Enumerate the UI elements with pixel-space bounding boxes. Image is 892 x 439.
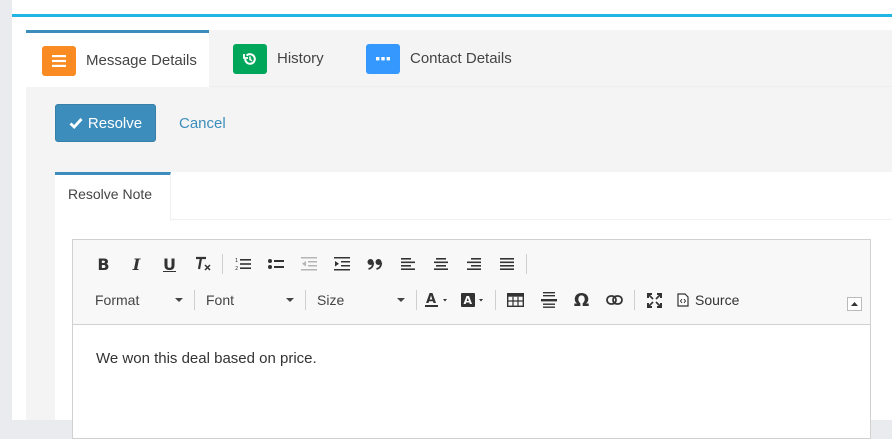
toolbar-separator bbox=[416, 290, 417, 310]
rich-text-editor: B I U 12 Format Font Size A A Ω Source W… bbox=[72, 239, 871, 439]
align-left-icon[interactable] bbox=[391, 251, 424, 277]
chevron-down-icon bbox=[175, 298, 183, 302]
align-center-icon[interactable] bbox=[424, 251, 457, 277]
bold-icon[interactable]: B bbox=[87, 251, 120, 277]
bulleted-list-icon[interactable] bbox=[259, 251, 292, 277]
toolbar-separator bbox=[305, 290, 306, 310]
tab-label: Contact Details bbox=[410, 50, 512, 67]
tab-resolve-note[interactable]: Resolve Note bbox=[55, 172, 171, 221]
toolbar-row: B I U 12 bbox=[87, 250, 530, 278]
font-dropdown[interactable]: Font bbox=[198, 288, 302, 312]
toolbar-separator bbox=[526, 254, 527, 274]
indent-icon[interactable] bbox=[325, 251, 358, 277]
horizontal-line-icon[interactable] bbox=[532, 287, 565, 313]
collapse-toolbar-button[interactable] bbox=[847, 297, 862, 311]
source-button[interactable]: Source bbox=[671, 287, 745, 313]
resolve-label: Resolve bbox=[87, 114, 143, 132]
link-icon[interactable] bbox=[598, 287, 631, 313]
note-tabbar: Resolve Note bbox=[55, 172, 892, 221]
table-icon[interactable] bbox=[499, 287, 532, 313]
tab-history[interactable]: History bbox=[233, 30, 353, 87]
size-dropdown[interactable]: Size bbox=[309, 288, 413, 312]
chevron-down-icon bbox=[286, 298, 294, 302]
app-frame: Message Details History Contact Details … bbox=[12, 0, 892, 439]
svg-text:A: A bbox=[464, 294, 473, 307]
source-icon bbox=[677, 293, 689, 307]
tab-contact-details[interactable]: Contact Details bbox=[366, 30, 536, 87]
special-character-icon[interactable]: Ω bbox=[565, 287, 598, 313]
resolve-note-panel: Resolve Note B I U 12 Format Font Size A… bbox=[55, 172, 892, 439]
tab-label: Resolve Note bbox=[68, 186, 153, 202]
svg-text:2: 2 bbox=[235, 266, 238, 271]
cancel-link[interactable]: Cancel bbox=[179, 115, 226, 132]
numbered-list-icon[interactable]: 12 bbox=[226, 251, 259, 277]
tab-message-details[interactable]: Message Details bbox=[26, 30, 209, 88]
check-icon bbox=[69, 118, 83, 129]
text-color-icon[interactable]: A bbox=[420, 287, 456, 313]
list-icon bbox=[42, 45, 76, 76]
toolbar-row: Format Font Size A A Ω Source bbox=[87, 286, 745, 314]
toolbar-separator bbox=[194, 290, 195, 310]
size-label: Size bbox=[317, 292, 345, 308]
editor-content[interactable]: We won this deal based on price. bbox=[96, 350, 317, 367]
resolve-button[interactable]: Resolve bbox=[55, 104, 156, 142]
tab-label: Message Details bbox=[86, 52, 197, 69]
background-color-icon[interactable]: A bbox=[456, 287, 492, 313]
main-tabbar: Message Details History Contact Details bbox=[26, 30, 892, 88]
underline-icon[interactable]: U bbox=[153, 251, 186, 277]
tab-label: History bbox=[277, 50, 324, 67]
italic-icon[interactable]: I bbox=[120, 251, 153, 277]
history-icon bbox=[233, 43, 267, 74]
tab-content: Resolve Cancel Resolve Note B I U 1 2 Fo… bbox=[26, 87, 892, 439]
format-dropdown[interactable]: Format bbox=[87, 288, 191, 312]
toolbar-separator bbox=[634, 290, 635, 310]
font-label: Font bbox=[206, 292, 235, 308]
justify-icon[interactable] bbox=[490, 251, 523, 277]
align-right-icon[interactable] bbox=[457, 251, 490, 277]
svg-text:A: A bbox=[426, 292, 436, 307]
remove-format-icon[interactable] bbox=[186, 251, 219, 277]
chevron-up-icon bbox=[851, 302, 858, 306]
outdent-icon[interactable] bbox=[292, 251, 325, 277]
toolbar-separator bbox=[495, 290, 496, 310]
more-icon bbox=[366, 43, 400, 74]
toolbar-separator bbox=[222, 254, 223, 274]
maximize-icon[interactable] bbox=[638, 287, 671, 313]
blockquote-icon[interactable] bbox=[358, 251, 391, 277]
format-label: Format bbox=[95, 292, 140, 308]
editor-toolbar: B I U 12 Format Font Size A A Ω Source bbox=[73, 240, 870, 325]
top-accent-bar bbox=[12, 14, 892, 17]
chevron-down-icon bbox=[397, 298, 405, 302]
source-label: Source bbox=[695, 292, 740, 308]
svg-text:1: 1 bbox=[235, 258, 238, 264]
